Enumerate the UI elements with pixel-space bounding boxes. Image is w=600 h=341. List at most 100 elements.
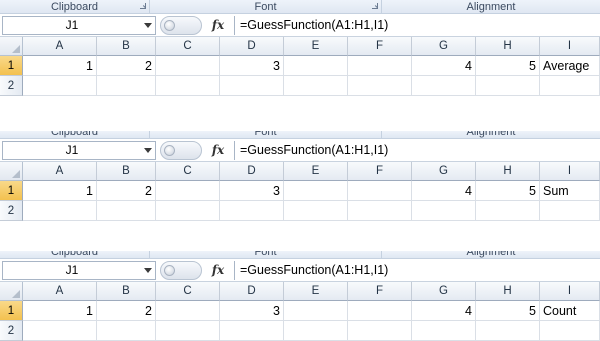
cell-g2[interactable] xyxy=(412,201,476,221)
cell-i1[interactable]: Average xyxy=(540,56,600,76)
cell-h1[interactable]: 5 xyxy=(476,181,540,201)
cell-i1[interactable]: Count xyxy=(540,301,600,321)
dialog-launcher-icon[interactable] xyxy=(372,3,378,9)
ribbon-group-alignment[interactable]: Alignment xyxy=(382,0,600,13)
ribbon-group-font[interactable]: Font xyxy=(150,131,382,138)
column-header-h[interactable]: H xyxy=(476,282,540,301)
column-header-a[interactable]: A xyxy=(23,37,97,56)
row-header-1[interactable]: 1 xyxy=(0,56,23,76)
ribbon-group-font[interactable]: Font xyxy=(150,0,382,13)
cell-a1[interactable]: 1 xyxy=(23,181,97,201)
cell-e1[interactable] xyxy=(284,56,348,76)
cell-b2[interactable] xyxy=(97,321,156,341)
name-box[interactable]: J1 xyxy=(2,260,156,280)
chevron-down-icon[interactable] xyxy=(144,267,152,273)
row-header-2[interactable]: 2 xyxy=(0,321,23,341)
column-header-g[interactable]: G xyxy=(412,162,476,181)
column-header-c[interactable]: C xyxy=(156,162,220,181)
ribbon-group-clipboard[interactable]: Clipboard xyxy=(0,251,150,258)
cell-g1[interactable]: 4 xyxy=(412,301,476,321)
cell-i1[interactable]: Sum xyxy=(540,181,600,201)
cell-i2[interactable] xyxy=(540,321,600,341)
column-header-d[interactable]: D xyxy=(220,162,284,181)
name-box[interactable]: J1 xyxy=(2,15,156,35)
ribbon-group-clipboard[interactable]: Clipboard xyxy=(0,131,150,138)
cell-f1[interactable] xyxy=(348,181,412,201)
cell-b1[interactable]: 2 xyxy=(97,301,156,321)
column-header-h[interactable]: H xyxy=(476,162,540,181)
cell-e2[interactable] xyxy=(284,321,348,341)
cell-d2[interactable] xyxy=(220,76,284,96)
column-header-d[interactable]: D xyxy=(220,282,284,301)
row-header-1[interactable]: 1 xyxy=(0,181,23,201)
cell-b1[interactable]: 2 xyxy=(97,56,156,76)
cell-a2[interactable] xyxy=(23,201,97,221)
cell-a2[interactable] xyxy=(23,321,97,341)
row-header-2[interactable]: 2 xyxy=(0,201,23,221)
cell-g1[interactable]: 4 xyxy=(412,181,476,201)
cell-b2[interactable] xyxy=(97,76,156,96)
cell-c1[interactable] xyxy=(156,181,220,201)
column-header-e[interactable]: E xyxy=(284,37,348,56)
cell-a2[interactable] xyxy=(23,76,97,96)
formula-bar-resize-handle[interactable] xyxy=(160,140,202,160)
select-all-button[interactable] xyxy=(0,162,23,181)
cell-d1[interactable]: 3 xyxy=(220,56,284,76)
cell-a1[interactable]: 1 xyxy=(23,56,97,76)
column-header-h[interactable]: H xyxy=(476,37,540,56)
insert-function-icon[interactable]: fx xyxy=(202,18,234,32)
cell-e2[interactable] xyxy=(284,201,348,221)
column-header-e[interactable]: E xyxy=(284,162,348,181)
insert-function-icon[interactable]: fx xyxy=(202,143,234,157)
column-header-g[interactable]: G xyxy=(412,37,476,56)
cell-e1[interactable] xyxy=(284,181,348,201)
ribbon-group-clipboard[interactable]: Clipboard xyxy=(0,0,150,13)
select-all-button[interactable] xyxy=(0,37,23,56)
cell-h1[interactable]: 5 xyxy=(476,301,540,321)
cell-b2[interactable] xyxy=(97,201,156,221)
ribbon-group-alignment[interactable]: Alignment xyxy=(382,131,600,138)
ribbon-group-alignment[interactable]: Alignment xyxy=(382,251,600,258)
row-header-1[interactable]: 1 xyxy=(0,301,23,321)
column-header-b[interactable]: B xyxy=(97,162,156,181)
cell-h2[interactable] xyxy=(476,201,540,221)
column-header-c[interactable]: C xyxy=(156,37,220,56)
cell-f2[interactable] xyxy=(348,321,412,341)
chevron-down-icon[interactable] xyxy=(144,147,152,153)
insert-function-icon[interactable]: fx xyxy=(202,263,234,277)
column-header-g[interactable]: G xyxy=(412,282,476,301)
cell-f1[interactable] xyxy=(348,56,412,76)
cell-d2[interactable] xyxy=(220,201,284,221)
name-box[interactable]: J1 xyxy=(2,140,156,160)
cell-d1[interactable]: 3 xyxy=(220,181,284,201)
cell-f2[interactable] xyxy=(348,76,412,96)
cell-e2[interactable] xyxy=(284,76,348,96)
cell-g2[interactable] xyxy=(412,321,476,341)
column-header-f[interactable]: F xyxy=(348,282,412,301)
row-header-2[interactable]: 2 xyxy=(0,76,23,96)
column-header-i[interactable]: I xyxy=(540,37,600,56)
cell-g1[interactable]: 4 xyxy=(412,56,476,76)
cell-h1[interactable]: 5 xyxy=(476,56,540,76)
ribbon-group-font[interactable]: Font xyxy=(150,251,382,258)
column-header-a[interactable]: A xyxy=(23,282,97,301)
formula-input[interactable]: =GuessFunction(A1:H1,I1) xyxy=(234,260,598,280)
formula-input[interactable]: =GuessFunction(A1:H1,I1) xyxy=(234,15,598,35)
cell-d2[interactable] xyxy=(220,321,284,341)
cell-h2[interactable] xyxy=(476,321,540,341)
column-header-c[interactable]: C xyxy=(156,282,220,301)
dialog-launcher-icon[interactable] xyxy=(140,3,146,9)
formula-bar-resize-handle[interactable] xyxy=(160,260,202,280)
cell-f1[interactable] xyxy=(348,301,412,321)
cell-f2[interactable] xyxy=(348,201,412,221)
column-header-e[interactable]: E xyxy=(284,282,348,301)
cell-e1[interactable] xyxy=(284,301,348,321)
cell-b1[interactable]: 2 xyxy=(97,181,156,201)
cell-c2[interactable] xyxy=(156,76,220,96)
cell-a1[interactable]: 1 xyxy=(23,301,97,321)
cell-i2[interactable] xyxy=(540,201,600,221)
select-all-button[interactable] xyxy=(0,282,23,301)
column-header-b[interactable]: B xyxy=(97,282,156,301)
formula-input[interactable]: =GuessFunction(A1:H1,I1) xyxy=(234,140,598,160)
cell-c2[interactable] xyxy=(156,201,220,221)
